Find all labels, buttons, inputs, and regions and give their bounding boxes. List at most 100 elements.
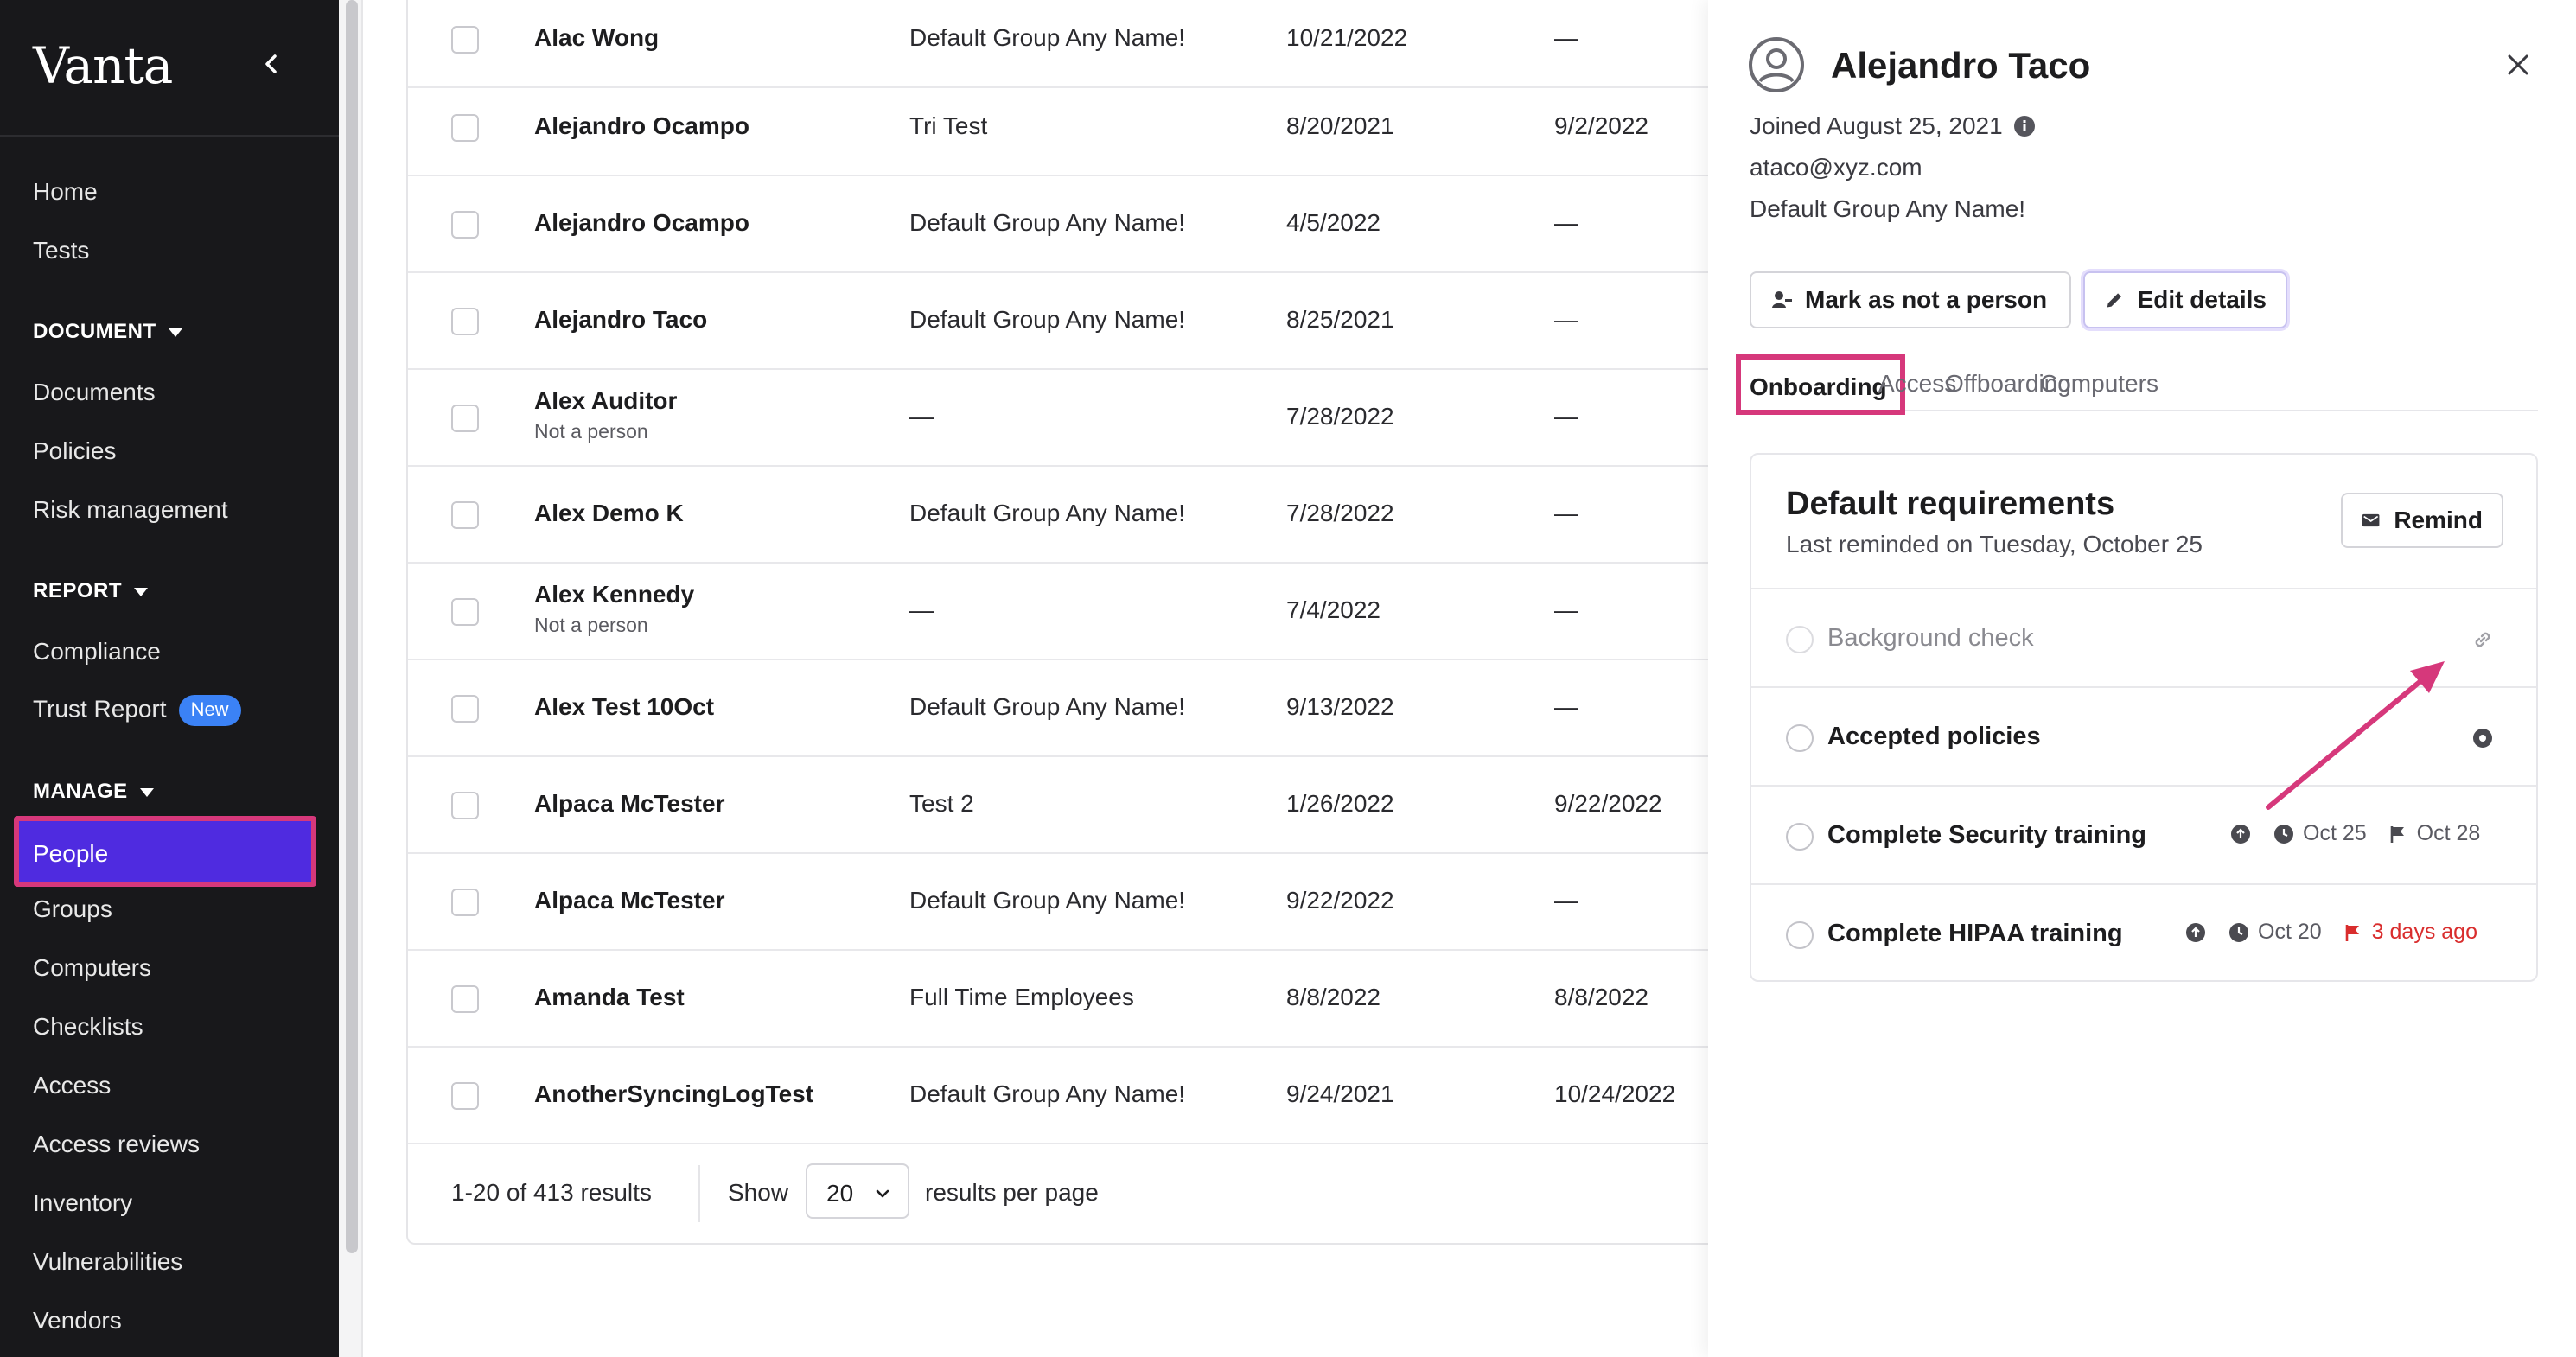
person-name-title: Alejandro Taco xyxy=(1831,45,2091,86)
requirement-label: Accepted policies xyxy=(1827,723,2041,750)
requirement-row[interactable]: Complete HIPAA training Oct 20 3 days ag… xyxy=(1751,883,2536,980)
start-date: 7/28/2022 xyxy=(1286,500,1394,526)
sidebar-item-label: People xyxy=(33,840,109,867)
sidebar: Vanta Home Tests DOCUMENT Documents Poli… xyxy=(0,0,339,1357)
edit-details-button[interactable]: Edit details xyxy=(2083,271,2287,328)
table-row[interactable]: Alpaca McTester Default Group Any Name! … xyxy=(408,854,1722,951)
button-label: Mark as not a person xyxy=(1805,286,2048,313)
sidebar-item-documents[interactable]: Documents xyxy=(33,379,156,406)
joined-label: Joined August 25, 2021 xyxy=(1750,112,2003,139)
upload-icon[interactable] xyxy=(2230,824,2251,844)
sidebar-item-groups[interactable]: Groups xyxy=(33,895,112,923)
not-a-person-label: Not a person xyxy=(534,420,648,443)
person-name[interactable]: Alejandro Ocampo xyxy=(534,209,749,237)
end-date: — xyxy=(1554,24,1578,51)
person-detail-panel: Alejandro Taco Joined August 25, 2021 at… xyxy=(1708,0,2576,1357)
person-name[interactable]: Alex Kennedy Not a person xyxy=(534,581,694,637)
end-date: 9/2/2022 xyxy=(1554,112,1648,139)
person-name[interactable]: Alejandro Ocampo xyxy=(534,112,749,140)
scrollbar-thumb[interactable] xyxy=(346,0,358,1253)
requirement-row[interactable]: Accepted policies xyxy=(1751,686,2536,785)
table-row[interactable]: AnotherSyncingLogTest Default Group Any … xyxy=(408,1048,1722,1144)
person-name[interactable]: Alpaca McTester xyxy=(534,887,724,914)
tab-computers[interactable]: Computers xyxy=(2040,370,2158,398)
row-checkbox[interactable] xyxy=(451,1082,479,1110)
status-radio[interactable] xyxy=(1786,626,1814,653)
table-row[interactable]: Alex Test 10Oct Default Group Any Name! … xyxy=(408,660,1722,757)
sidebar-item-computers[interactable]: Computers xyxy=(33,954,151,982)
close-icon[interactable] xyxy=(2503,50,2533,80)
mark-not-a-person-button[interactable]: Mark as not a person xyxy=(1750,271,2071,328)
link-icon[interactable] xyxy=(2471,628,2495,652)
status-radio[interactable] xyxy=(1786,724,1814,752)
person-name[interactable]: Alejandro Taco xyxy=(534,306,707,334)
sidebar-item-vendors[interactable]: Vendors xyxy=(33,1307,122,1335)
sidebar-item-vulnerabilities[interactable]: Vulnerabilities xyxy=(33,1248,182,1276)
table-row[interactable]: Alejandro Ocampo Tri Test 8/20/2021 9/2/… xyxy=(408,80,1722,176)
collapse-sidebar-button[interactable] xyxy=(256,48,287,80)
sidebar-item-home[interactable]: Home xyxy=(33,178,98,206)
table-row[interactable]: Alac Wong Default Group Any Name! 10/21/… xyxy=(408,0,1722,88)
sidebar-item-people[interactable]: People xyxy=(14,816,316,887)
page-size-select[interactable]: 20 xyxy=(806,1163,909,1219)
table-row[interactable]: Alex Kennedy Not a person — 7/4/2022 — xyxy=(408,564,1722,660)
remind-button[interactable]: Remind xyxy=(2341,493,2503,548)
sidebar-item-policies[interactable]: Policies xyxy=(33,437,116,465)
row-checkbox[interactable] xyxy=(451,405,479,432)
brand-logo[interactable]: Vanta xyxy=(33,36,173,95)
status-radio[interactable] xyxy=(1786,823,1814,851)
info-icon[interactable] xyxy=(2013,115,2036,137)
table-row[interactable]: Alpaca McTester Test 2 1/26/2022 9/22/20… xyxy=(408,757,1722,854)
sidebar-item-tests[interactable]: Tests xyxy=(33,237,89,264)
person-name[interactable]: Alex Demo K xyxy=(534,500,684,527)
divider xyxy=(0,135,339,137)
person-name[interactable]: Alex Test 10Oct xyxy=(534,693,714,721)
requirement-label: Background check xyxy=(1827,624,2034,652)
person-name[interactable]: Alac Wong xyxy=(534,24,659,52)
eye-icon[interactable] xyxy=(2471,726,2495,750)
sidebar-item-trust-report[interactable]: Trust Report New xyxy=(33,695,241,726)
sidebar-item-risk-management[interactable]: Risk management xyxy=(33,496,228,524)
requirement-row[interactable]: Complete Security training Oct 25 Oct 28 xyxy=(1751,785,2536,883)
requirement-row[interactable]: Background check xyxy=(1751,588,2536,686)
row-checkbox[interactable] xyxy=(451,985,479,1013)
end-date: — xyxy=(1554,887,1578,914)
overdue-date: 3 days ago xyxy=(2371,920,2477,944)
person-name[interactable]: Alpaca McTester xyxy=(534,790,724,818)
table-row[interactable]: Alejandro Taco Default Group Any Name! 8… xyxy=(408,273,1722,370)
sidebar-item-inventory[interactable]: Inventory xyxy=(33,1189,132,1217)
sidebar-item-compliance[interactable]: Compliance xyxy=(33,638,161,666)
person-name[interactable]: AnotherSyncingLogTest xyxy=(534,1080,813,1108)
table-row[interactable]: Amanda Test Full Time Employees 8/8/2022… xyxy=(408,951,1722,1048)
person-name[interactable]: Alex Auditor Not a person xyxy=(534,387,677,443)
start-date: 4/5/2022 xyxy=(1286,209,1380,236)
sidebar-section-document[interactable]: DOCUMENT xyxy=(33,320,182,344)
row-checkbox[interactable] xyxy=(451,308,479,335)
row-checkbox[interactable] xyxy=(451,598,479,626)
sidebar-item-checklists[interactable]: Checklists xyxy=(33,1013,143,1041)
person-group: Default Group Any Name! xyxy=(909,24,1186,51)
end-date: — xyxy=(1554,209,1578,236)
row-checkbox[interactable] xyxy=(451,792,479,819)
row-checkbox[interactable] xyxy=(451,501,479,529)
row-checkbox[interactable] xyxy=(451,695,479,723)
sidebar-section-report[interactable]: REPORT xyxy=(33,579,149,603)
row-checkbox[interactable] xyxy=(451,211,479,239)
table-row[interactable]: Alex Demo K Default Group Any Name! 7/28… xyxy=(408,467,1722,564)
requirement-meta: Oct 20 3 days ago xyxy=(2185,920,2477,945)
page-size-value: 20 xyxy=(826,1180,854,1207)
sidebar-item-access-reviews[interactable]: Access reviews xyxy=(33,1131,200,1158)
table-row[interactable]: Alex Auditor Not a person — 7/28/2022 — xyxy=(408,370,1722,467)
row-checkbox[interactable] xyxy=(451,114,479,142)
sidebar-item-access[interactable]: Access xyxy=(33,1072,111,1099)
row-checkbox[interactable] xyxy=(451,889,479,916)
status-radio[interactable] xyxy=(1786,921,1814,949)
table-row[interactable]: Alejandro Ocampo Default Group Any Name!… xyxy=(408,176,1722,273)
upload-icon[interactable] xyxy=(2185,922,2206,943)
per-page-label: results per page xyxy=(925,1179,1099,1206)
results-count: 1-20 of 413 results xyxy=(451,1179,652,1206)
row-checkbox[interactable] xyxy=(451,26,479,54)
person-name[interactable]: Amanda Test xyxy=(534,984,685,1011)
start-date: 10/21/2022 xyxy=(1286,24,1408,51)
sidebar-section-manage[interactable]: MANAGE xyxy=(33,780,154,804)
